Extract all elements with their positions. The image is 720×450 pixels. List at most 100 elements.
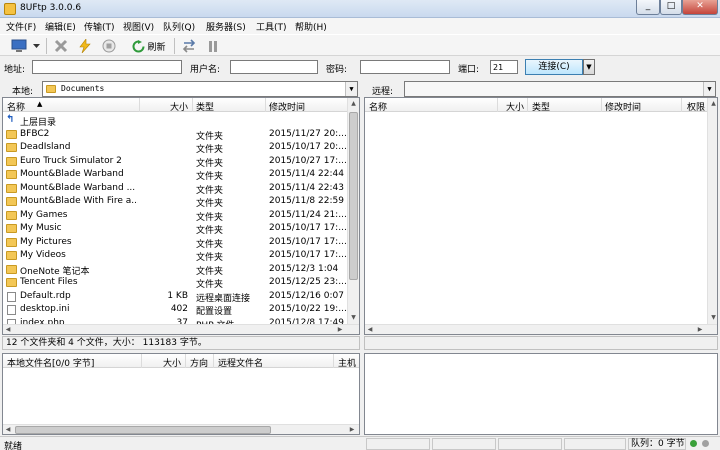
menu-edit[interactable]: 编辑(E) [45, 20, 76, 33]
remote-vertical-scrollbar[interactable]: ▲ ▼ [707, 98, 717, 324]
remote-horizontal-scrollbar[interactable]: ◀ ▶ [365, 324, 717, 334]
scroll-right-arrow[interactable]: ▶ [335, 325, 345, 334]
column-separator[interactable] [333, 354, 334, 368]
column-direction[interactable]: 方向 [190, 356, 208, 369]
site-manager-dropdown[interactable] [31, 38, 41, 54]
local-path-combo[interactable]: Documents ▼ [42, 81, 358, 97]
close-button[interactable]: ✕ [682, 0, 718, 15]
column-separator[interactable] [601, 98, 602, 112]
scroll-left-arrow[interactable]: ◀ [3, 325, 13, 334]
quick-connect-button[interactable] [76, 38, 94, 54]
file-row[interactable]: Mount&Blade With Fire a... 文件夹 2015/11/8 2… [3, 195, 347, 209]
column-local-filename[interactable]: 本地文件名[0/0 字节] [7, 356, 94, 369]
column-separator[interactable] [139, 98, 140, 112]
column-modified[interactable]: 修改时间 [605, 100, 641, 113]
column-separator[interactable] [213, 354, 214, 368]
menu-view[interactable]: 视图(V) [123, 20, 154, 33]
remote-path-combo[interactable]: ▼ [404, 81, 716, 97]
queue-list[interactable]: 本地文件名[0/0 字节] 大小 方向 远程文件名 主机 ◀ ▶ [2, 353, 360, 435]
column-size[interactable]: 大小 [506, 100, 524, 113]
remote-path-label: 远程: [372, 87, 394, 97]
log-panel[interactable] [364, 353, 718, 435]
parent-directory-row[interactable]: ↰ 上层目录 [3, 114, 347, 128]
chevron-down-icon[interactable]: ▼ [703, 82, 715, 96]
column-permissions[interactable]: 权限 [687, 100, 705, 113]
menu-queue[interactable]: 队列(Q) [163, 20, 195, 33]
queue-horizontal-scrollbar[interactable]: ◀ ▶ [3, 424, 359, 434]
column-separator[interactable] [185, 354, 186, 368]
disconnect-button[interactable] [52, 38, 70, 54]
scroll-thumb[interactable] [15, 426, 271, 434]
scroll-right-arrow[interactable]: ▶ [695, 325, 705, 334]
column-separator[interactable] [141, 354, 142, 368]
file-row[interactable]: My Games 文件夹 2015/11/24 21:... [3, 209, 347, 223]
status-bar: 就绪 队列：0 字节 [0, 436, 720, 450]
file-row[interactable]: Default.rdp 1 KB 远程桌面连接 2015/12/16 0:07 [3, 290, 347, 304]
scroll-left-arrow[interactable]: ◀ [365, 325, 375, 334]
file-name: Tencent Files [20, 277, 78, 287]
column-type[interactable]: 类型 [532, 100, 550, 113]
column-name[interactable]: 名称 [7, 100, 25, 113]
menu-help[interactable]: 帮助(H) [295, 20, 327, 33]
column-type[interactable]: 类型 [196, 100, 214, 113]
maximize-button[interactable]: □ [660, 0, 682, 15]
file-row[interactable]: BFBC2 文件夹 2015/11/27 20:... [3, 128, 347, 142]
connect-button[interactable]: 连接(C) [525, 59, 583, 75]
scroll-down-arrow[interactable]: ▼ [348, 312, 359, 323]
file-row[interactable]: Mount&Blade Warband ... 文件夹 2015/11/4 22:4… [3, 182, 347, 196]
scroll-thumb[interactable] [349, 112, 358, 280]
column-host[interactable]: 主机 [338, 356, 356, 369]
file-row[interactable]: Mount&Blade Warband 文件夹 2015/11/4 22:44 [3, 168, 347, 182]
site-manager-button[interactable] [8, 38, 30, 54]
chevron-down-icon[interactable]: ▼ [345, 82, 357, 96]
address-input[interactable] [32, 60, 182, 74]
password-input[interactable] [360, 60, 450, 74]
file-row[interactable]: Euro Truck Simulator 2 文件夹 2015/10/27 17:.… [3, 155, 347, 169]
menu-tools[interactable]: 工具(T) [256, 20, 287, 33]
status-cell [432, 438, 496, 450]
local-file-list[interactable]: 名称 ▲ 大小 类型 修改时间 ↰ 上层目录 BFBC2 文件夹 2015/11/27 … [2, 97, 360, 335]
local-horizontal-scrollbar[interactable]: ◀ ▶ [3, 324, 359, 334]
remote-file-list[interactable]: 名称 大小 类型 修改时间 权限 ▲ ▼ ◀ ▶ [364, 97, 718, 335]
column-separator[interactable] [192, 98, 193, 112]
sync-button[interactable] [180, 38, 198, 54]
scroll-up-arrow[interactable]: ▲ [348, 98, 359, 109]
local-vertical-scrollbar[interactable]: ▲ ▼ [347, 98, 359, 324]
column-remote-filename[interactable]: 远程文件名 [218, 356, 263, 369]
file-modified: 2015/10/17 17:... [269, 223, 347, 233]
file-row[interactable]: OneNote 笔记本 文件夹 2015/12/3 1:04 [3, 263, 347, 277]
scroll-right-arrow[interactable]: ▶ [347, 425, 357, 434]
column-name[interactable]: 名称 [369, 100, 387, 113]
connect-dropdown[interactable]: ▼ [583, 59, 595, 75]
stop-button[interactable] [100, 38, 118, 54]
refresh-button[interactable]: 刷新 [128, 38, 170, 54]
password-label: 密码: [326, 65, 348, 75]
file-row[interactable]: index.php37PHP 文件2015/12/8 17:49 [3, 317, 347, 324]
scroll-up-arrow[interactable]: ▲ [708, 98, 717, 109]
menu-server[interactable]: 服务器(S) [206, 20, 246, 33]
column-separator[interactable] [527, 98, 528, 112]
file-row[interactable]: My Music 文件夹 2015/10/17 17:... [3, 222, 347, 236]
port-input[interactable] [490, 60, 518, 74]
scroll-left-arrow[interactable]: ◀ [3, 425, 13, 434]
file-row[interactable]: desktop.ini 402 配置设置 2015/10/22 19:... [3, 303, 347, 317]
remote-path-bar: 远程: ▼ [364, 81, 720, 97]
pause-button[interactable] [204, 38, 222, 54]
file-row[interactable]: My Pictures 文件夹 2015/10/17 17:... [3, 236, 347, 250]
file-row[interactable]: DeadIsland 文件夹 2015/10/17 20:... [3, 141, 347, 155]
column-separator[interactable] [681, 98, 682, 112]
column-separator[interactable] [497, 98, 498, 112]
column-size[interactable]: 大小 [163, 356, 181, 369]
username-input[interactable] [230, 60, 318, 74]
file-row[interactable]: Tencent Files 文件夹 2015/12/25 23:... [3, 276, 347, 290]
column-separator[interactable] [265, 98, 266, 112]
file-type: 文件夹 [196, 266, 224, 277]
scroll-down-arrow[interactable]: ▼ [708, 312, 717, 323]
folder-icon [6, 237, 17, 247]
minimize-button[interactable]: _ [636, 0, 660, 15]
menu-file[interactable]: 文件(F) [6, 20, 36, 33]
menu-transfer[interactable]: 传输(T) [84, 20, 115, 33]
column-modified[interactable]: 修改时间 [269, 100, 305, 113]
column-size[interactable]: 大小 [170, 100, 188, 113]
file-row[interactable]: My Videos 文件夹 2015/10/17 17:... [3, 249, 347, 263]
